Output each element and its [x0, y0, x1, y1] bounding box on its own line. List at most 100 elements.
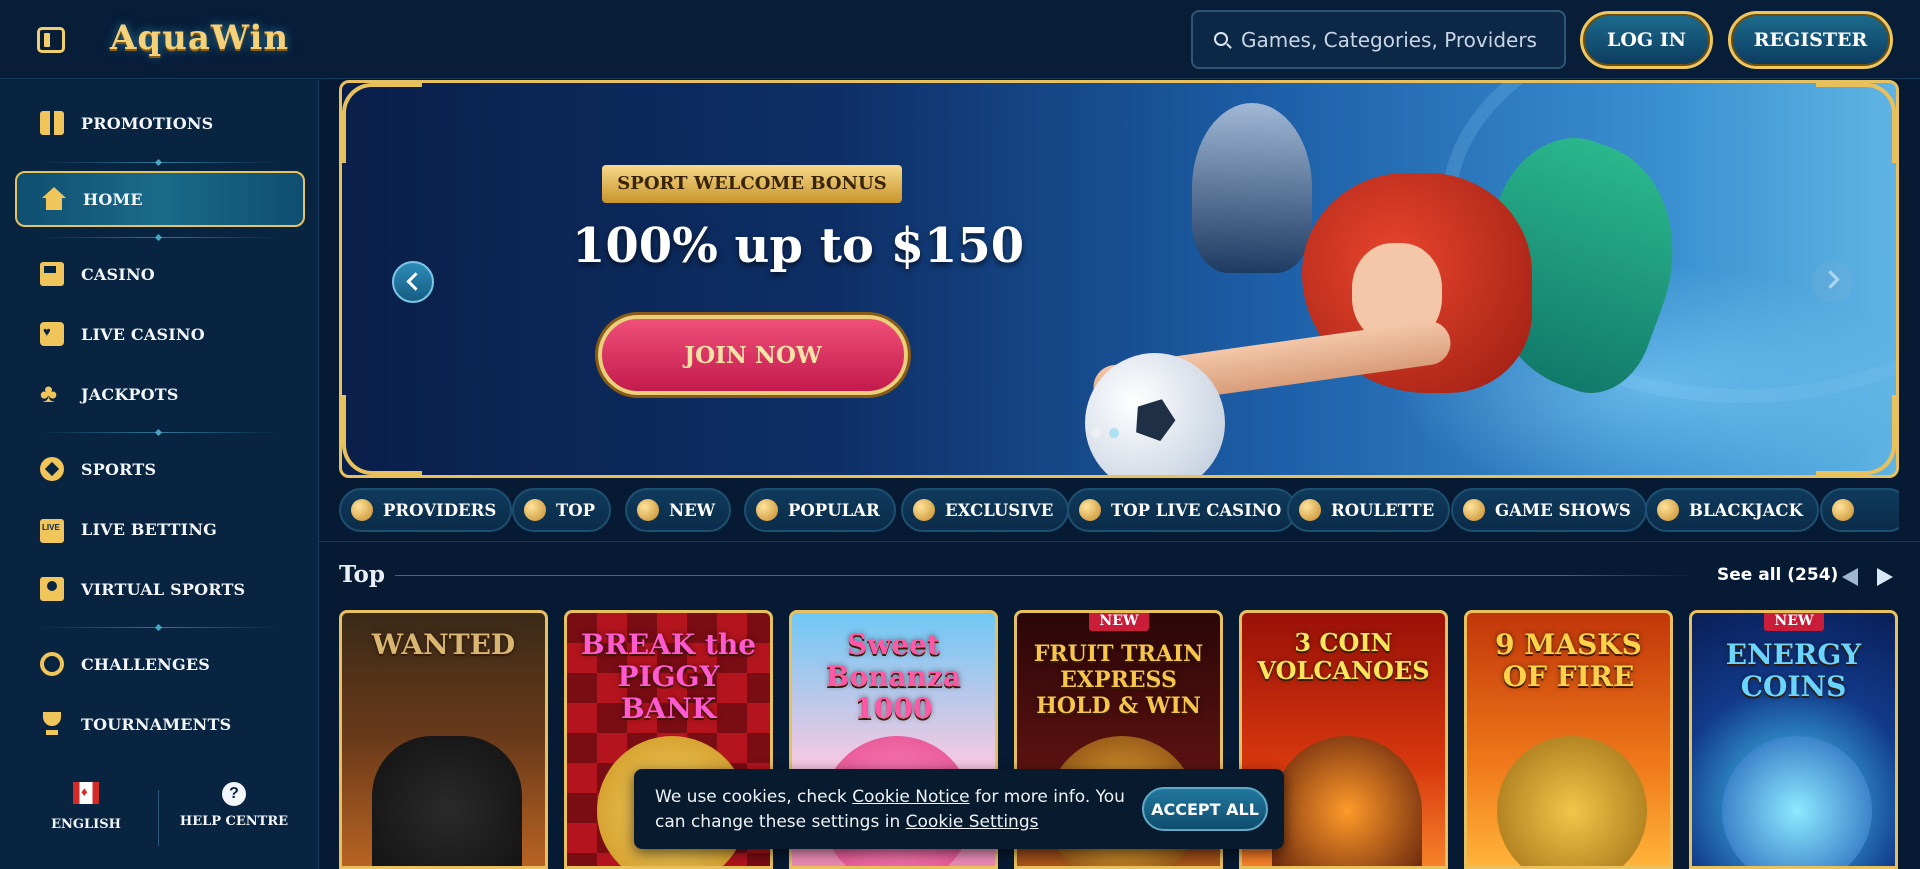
sidebar-item-label: VIRTUAL SPORTS	[81, 579, 246, 599]
sidebar-item-tournaments[interactable]: TOURNAMENTS	[15, 696, 305, 752]
banner-corner-ornament	[342, 83, 422, 163]
game-art	[1722, 736, 1872, 866]
category-game-shows[interactable]: GAME SHOWS	[1451, 488, 1647, 532]
section-title-line	[395, 575, 1695, 576]
cookie-settings-link[interactable]: Cookie Settings	[906, 812, 1039, 832]
category-label: POPULAR	[788, 500, 880, 520]
sidebar-item-label: SPORTS	[81, 459, 157, 479]
sidebar-item-label: JACKPOTS	[81, 384, 179, 404]
slot-machine-icon	[40, 262, 64, 286]
sidebar-item-label: PROMOTIONS	[81, 113, 214, 133]
section-title: Top	[339, 561, 385, 588]
banner-corner-ornament	[342, 395, 422, 475]
category-label: ROULETTE	[1331, 500, 1435, 520]
game-title: 3 COIN VOLCANOES	[1257, 628, 1430, 685]
bonus-amount: 100% up to $150	[572, 218, 1025, 274]
join-now-button[interactable]: JOIN NOW	[598, 315, 908, 395]
category-blackjack[interactable]: BLACKJACK	[1645, 488, 1819, 532]
cards-icon	[1657, 499, 1679, 521]
sidebar-item-label: HOME	[83, 189, 143, 209]
logo[interactable]: AquaWin	[110, 18, 289, 58]
sidebar-item-label: CASINO	[81, 264, 155, 284]
microphone-icon	[1463, 499, 1485, 521]
gem-icon	[913, 499, 935, 521]
category-roulette[interactable]: ROULETTE	[1287, 488, 1451, 532]
category-more[interactable]	[1820, 488, 1899, 532]
lightning-icon	[637, 499, 659, 521]
promo-banner[interactable]: SPORT WELCOME BONUS 100% up to $150 JOIN…	[339, 80, 1899, 478]
sidebar-divider	[40, 162, 280, 163]
category-providers[interactable]: PROVIDERS	[339, 488, 513, 532]
banner-prev-button[interactable]	[392, 261, 434, 303]
game-art	[1272, 736, 1422, 866]
sidebar-toggle-icon[interactable]	[37, 27, 65, 53]
carousel-next-icon[interactable]	[1877, 568, 1893, 586]
category-bar: PROVIDERS TOP NEW POPULAR EXCLUSIVE TOP …	[339, 488, 1899, 534]
register-button[interactable]: REGISTER	[1728, 11, 1893, 69]
banner-next-button[interactable]	[1812, 261, 1854, 303]
category-label: TOP LIVE CASINO	[1111, 500, 1282, 520]
game-art	[372, 736, 522, 866]
fire-icon	[1832, 499, 1854, 521]
search-input[interactable]	[1241, 26, 1551, 54]
sidebar-item-label: LIVE BETTING	[81, 519, 218, 539]
scroll-icon	[351, 499, 373, 521]
search-box[interactable]	[1191, 10, 1566, 69]
category-new[interactable]: NEW	[625, 488, 732, 532]
chip-icon	[1079, 499, 1101, 521]
virtual-sports-icon	[40, 577, 64, 601]
category-top-live-casino[interactable]: TOP LIVE CASINO	[1067, 488, 1298, 532]
sidebar-item-virtual-sports[interactable]: VIRTUAL SPORTS	[15, 561, 305, 617]
roulette-icon	[1299, 499, 1321, 521]
sidebar-item-jackpots[interactable]: JACKPOTS	[15, 366, 305, 422]
category-label: EXCLUSIVE	[945, 500, 1054, 520]
sidebar-item-home[interactable]: HOME	[15, 171, 305, 227]
login-button[interactable]: LOG IN	[1580, 11, 1713, 69]
sidebar-item-label: TOURNAMENTS	[81, 714, 232, 734]
sidebar-item-challenges[interactable]: CHALLENGES	[15, 636, 305, 692]
gift-icon	[40, 111, 64, 135]
banner-dot[interactable]	[1091, 428, 1101, 438]
sidebar-item-live-betting[interactable]: LIVE BETTING	[15, 501, 305, 557]
game-title: ENERGY COINS	[1725, 638, 1862, 703]
game-card-wanted[interactable]: WANTED	[339, 610, 548, 869]
banner-pagination	[1091, 428, 1119, 438]
sea-witch-figure	[1192, 103, 1312, 273]
game-card-9-masks-of-fire[interactable]: 9 MASKS OF FIRE	[1464, 610, 1673, 869]
sidebar: PROMOTIONS HOME CASINO LIVE CASINO JACKP…	[0, 80, 319, 869]
sidebar-divider	[40, 237, 280, 238]
help-centre-link[interactable]: ? HELP CENTRE	[179, 782, 289, 829]
sidebar-item-sports[interactable]: SPORTS	[15, 441, 305, 497]
help-icon: ?	[222, 782, 246, 806]
game-title: Sweet Bonanza 1000	[825, 628, 962, 725]
category-label: NEW	[669, 500, 716, 520]
carousel-prev-icon[interactable]	[1842, 568, 1858, 586]
banner-dot-active[interactable]	[1109, 428, 1119, 438]
category-top[interactable]: TOP	[512, 488, 612, 532]
banner-corner-ornament	[1816, 395, 1896, 475]
sidebar-item-label: LIVE CASINO	[81, 324, 205, 344]
sidebar-item-casino[interactable]: CASINO	[15, 246, 305, 302]
category-exclusive[interactable]: EXCLUSIVE	[901, 488, 1070, 532]
canada-flag-icon	[73, 782, 99, 804]
category-popular[interactable]: POPULAR	[744, 488, 896, 532]
game-title: WANTED	[371, 628, 516, 661]
live-icon	[40, 518, 64, 543]
sidebar-item-promotions[interactable]: PROMOTIONS	[15, 95, 305, 151]
top-header: AquaWin LOG IN REGISTER	[0, 0, 1920, 79]
game-card-energy-coins[interactable]: NEW ENERGY COINS	[1689, 610, 1898, 869]
cookie-notice-link[interactable]: Cookie Notice	[852, 787, 969, 807]
torch-icon	[756, 499, 778, 521]
sidebar-item-label: CHALLENGES	[81, 654, 210, 674]
sidebar-item-live-casino[interactable]: LIVE CASINO	[15, 306, 305, 362]
section-divider	[319, 541, 1920, 542]
home-icon	[42, 187, 66, 211]
soccer-ball-icon	[40, 457, 64, 481]
accept-all-button[interactable]: ACCEPT ALL	[1142, 787, 1268, 831]
new-badge: NEW	[1764, 613, 1824, 631]
see-all-link[interactable]: See all (254)	[1717, 565, 1838, 585]
game-title: 9 MASKS OF FIRE	[1495, 628, 1642, 693]
language-selector[interactable]: ENGLISH	[31, 782, 141, 832]
help-label: HELP CENTRE	[179, 814, 289, 829]
trophy-icon	[40, 712, 64, 736]
